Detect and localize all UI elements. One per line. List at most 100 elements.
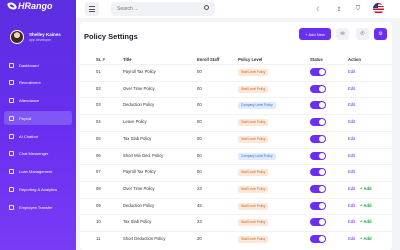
- status-toggle[interactable]: [310, 168, 326, 177]
- table-row: 05 Tax Slab Policy 00 Staff Level Policy Edi…: [80, 130, 392, 146]
- table-row: 08 Over Time Policy 23 Staff Level Policy Ed…: [80, 180, 392, 196]
- sidebar-item-label: Loan Management: [19, 169, 53, 175]
- row-title: Deduction Policy: [123, 202, 155, 208]
- user-name: Shelley Kaines: [29, 31, 61, 37]
- policy-level-badge: Staff Level Policy: [238, 169, 269, 177]
- status-toggle[interactable]: [310, 201, 326, 210]
- dashboard-icon: [9, 62, 14, 68]
- policy-level-badge: Company Level Policy: [238, 102, 276, 110]
- row-enroll: 45: [197, 202, 202, 208]
- status-toggle[interactable]: [310, 134, 326, 143]
- column-header-action: Action: [348, 57, 362, 62]
- table-row: 11 Short Deduction Policy 20 Staff Level Po…: [80, 231, 392, 246]
- row-title: Payroll Tax Policy: [123, 169, 156, 175]
- row-sr: 05: [96, 135, 101, 141]
- flag-icon[interactable]: [373, 3, 384, 14]
- add-staff-link[interactable]: + Add: [360, 236, 372, 241]
- status-toggle[interactable]: [310, 218, 326, 227]
- row-enroll: 23: [197, 219, 202, 225]
- table-row: 03 Deduction Policy 00 Company Level Policy…: [80, 97, 392, 112]
- sidebar-item-employee-transfer[interactable]: Employee Transfer: [4, 200, 72, 214]
- sidebar-item-label: Dashboard: [19, 62, 39, 68]
- sidebar-item-label: Attendance: [19, 98, 40, 104]
- add-staff-link[interactable]: + Add: [360, 203, 372, 208]
- column-header-status: Status: [310, 57, 323, 62]
- status-toggle[interactable]: [310, 151, 326, 160]
- settings-icon[interactable]: ⚙: [374, 28, 387, 40]
- column-header-enroll: Enroll Staff: [197, 57, 220, 62]
- edit-link[interactable]: Edit: [348, 136, 355, 141]
- row-enroll: 00: [197, 169, 202, 175]
- sidebar-nav: Dashboard Recruitment Attendance Payroll…: [4, 58, 72, 218]
- row-enroll: 00: [197, 119, 202, 125]
- edit-link[interactable]: Edit: [348, 119, 355, 124]
- sidebar-item-reporting[interactable]: Reporting & Analytics: [4, 183, 72, 197]
- add-staff-link[interactable]: + Add: [360, 219, 372, 224]
- row-enroll: 00: [197, 135, 202, 141]
- row-title: Payroll Tax Policy: [123, 69, 156, 74]
- add-new-button[interactable]: + Add New: [299, 28, 331, 40]
- row-title: Tax Slab Policy: [123, 135, 152, 141]
- status-toggle[interactable]: [310, 68, 326, 76]
- sidebar-item-ai-chatbot[interactable]: AI Chatbot: [4, 129, 72, 143]
- edit-link[interactable]: Edit: [348, 86, 355, 91]
- row-sr: 07: [96, 169, 101, 175]
- add-staff-link[interactable]: + Add: [360, 186, 372, 191]
- policy-level-badge: Staff Level Policy: [238, 202, 269, 210]
- row-enroll: 00: [197, 69, 202, 74]
- edit-link[interactable]: Edit: [348, 203, 355, 208]
- status-toggle[interactable]: [310, 184, 326, 193]
- user-role: app developer: [29, 37, 52, 42]
- attendance-icon: [9, 98, 14, 104]
- table-row: 01 Payroll Tax Policy 00 Staff Level Policy…: [80, 64, 392, 79]
- policy-level-badge: Staff Level Policy: [238, 135, 269, 143]
- edit-link[interactable]: Edit: [348, 236, 355, 241]
- sidebar-item-recruitment[interactable]: Recruitment: [4, 76, 72, 90]
- edit-link[interactable]: Edit: [348, 186, 355, 191]
- edit-link[interactable]: Edit: [348, 219, 355, 224]
- moon-icon[interactable]: ☾: [313, 3, 325, 15]
- edit-link[interactable]: Edit: [348, 69, 355, 74]
- table-row: 10 Tax Slab Policy 23 Staff Level Policy Edi…: [80, 214, 392, 229]
- row-title: Leave Policy: [123, 119, 147, 125]
- row-sr: 04: [96, 119, 101, 125]
- phone-icon[interactable]: ✆: [356, 28, 369, 40]
- sidebar-item-label: Payroll: [19, 115, 32, 121]
- row-enroll: 00: [197, 85, 202, 91]
- sidebar-item-loan-management[interactable]: Loan Management: [4, 165, 72, 179]
- status-toggle[interactable]: [310, 101, 326, 110]
- sidebar-item-label: Reporting & Analytics: [19, 187, 58, 193]
- status-toggle[interactable]: [310, 84, 326, 93]
- row-sr: 11: [96, 236, 101, 241]
- mail-icon[interactable]: ✉: [336, 28, 349, 40]
- menu-toggle-button[interactable]: [85, 2, 99, 16]
- row-title: Short Min Ded. Policy: [123, 152, 164, 158]
- row-sr: 08: [96, 185, 101, 191]
- search-icon[interactable]: [204, 5, 209, 10]
- policy-level-badge: Staff Level Policy: [238, 69, 269, 76]
- edit-link[interactable]: Edit: [348, 153, 355, 158]
- sidebar-item-attendance[interactable]: Attendance: [4, 94, 72, 108]
- policy-level-badge: Staff Level Policy: [238, 236, 269, 243]
- policy-level-badge: Staff Level Policy: [238, 85, 269, 93]
- edit-link[interactable]: Edit: [348, 102, 355, 107]
- sidebar-item-payroll[interactable]: Payroll: [4, 111, 72, 126]
- user-profile[interactable]: Shelley Kaines app developer: [10, 30, 61, 44]
- column-header-title: Title: [123, 57, 132, 62]
- avatar: [10, 30, 24, 44]
- row-sr: 10: [96, 219, 101, 225]
- status-toggle[interactable]: [310, 235, 326, 243]
- shield-icon[interactable]: ⛉: [352, 3, 364, 15]
- app-logo[interactable]: HRango: [6, 0, 53, 12]
- search-input[interactable]: [111, 2, 215, 16]
- sidebar-item-dashboard[interactable]: Dashboard: [4, 58, 72, 72]
- row-sr: 01: [96, 69, 101, 74]
- table-row: 07 Payroll Tax Policy 00 Staff Level Policy…: [80, 164, 392, 179]
- column-header-sr: Sr. #: [96, 57, 105, 62]
- row-enroll: 23: [197, 185, 202, 191]
- recruitment-icon: [9, 80, 14, 86]
- edit-link[interactable]: Edit: [348, 169, 355, 174]
- status-toggle[interactable]: [310, 118, 326, 127]
- share-icon[interactable]: ⇪: [333, 3, 345, 15]
- sidebar-item-chat-messenger[interactable]: Chat Messenger: [4, 147, 72, 161]
